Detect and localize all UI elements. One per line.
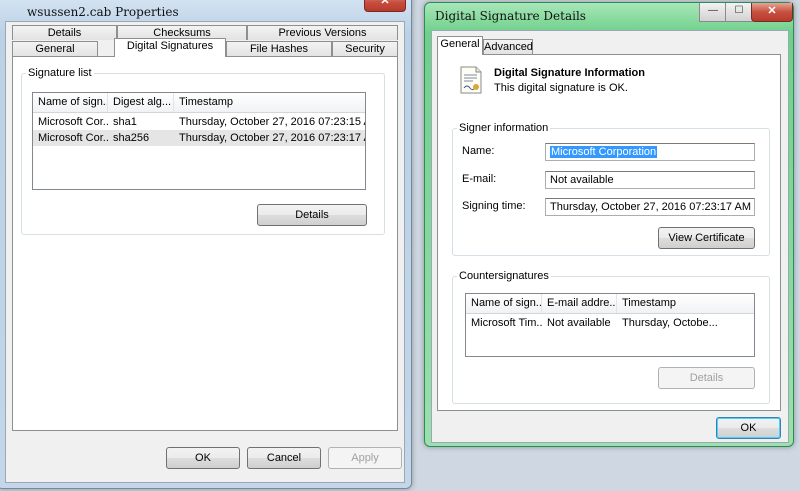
properties-title: wsussen2.cab Properties xyxy=(27,5,179,19)
countersignature-row[interactable]: Microsoft Tim... Not available Thursday,… xyxy=(466,315,754,331)
countersignature-list[interactable]: Name of sign... E-mail addre... Timestam… xyxy=(465,293,755,357)
col-email[interactable]: E-mail addre... xyxy=(542,294,617,313)
signature-details-ok-button[interactable]: OK xyxy=(716,417,781,439)
signature-row[interactable]: Microsoft Cor... sha256 Thursday, Octobe… xyxy=(33,130,365,146)
tab-file-hashes[interactable]: File Hashes xyxy=(226,41,332,56)
signer-information-label: Signer information xyxy=(457,122,551,134)
col-timestamp[interactable]: Timestamp xyxy=(174,93,365,112)
signature-details-window: Digital Signature Details — ☐ ✕ General … xyxy=(424,2,794,447)
signature-details-client: General Advanced Digital Signature Infor… xyxy=(431,30,789,443)
tab-advanced[interactable]: Advanced xyxy=(483,39,533,54)
maximize-button[interactable]: ☐ xyxy=(725,3,753,22)
tab-digital-signatures[interactable]: Digital Signatures xyxy=(114,38,226,57)
minimize-icon: — xyxy=(708,5,718,16)
properties-client: Details Checksums Previous Versions Gene… xyxy=(5,21,405,483)
signature-list[interactable]: Name of sign... Digest alg... Timestamp … xyxy=(32,92,366,190)
properties-close-button[interactable]: ✕ xyxy=(364,0,406,12)
ok-button[interactable]: OK xyxy=(166,447,240,469)
certificate-icon xyxy=(458,65,484,95)
col-name[interactable]: Name of sign... xyxy=(33,93,108,112)
name-label: Name: xyxy=(462,145,495,157)
col-digest[interactable]: Digest alg... xyxy=(108,93,174,112)
email-label: E-mail: xyxy=(462,173,497,185)
signing-time-field[interactable]: Thursday, October 27, 2016 07:23:17 AM xyxy=(545,198,755,216)
col-name[interactable]: Name of sign... xyxy=(466,294,542,313)
tab-previous-versions[interactable]: Previous Versions xyxy=(247,25,398,40)
cancel-button[interactable]: Cancel xyxy=(247,447,321,469)
apply-button[interactable]: Apply xyxy=(328,447,402,469)
general-panel: Digital Signature Information This digit… xyxy=(437,54,781,411)
signature-list-header: Name of sign... Digest alg... Timestamp xyxy=(33,93,365,113)
tab-general[interactable]: General xyxy=(437,36,483,55)
properties-titlebar[interactable]: wsussen2.cab Properties ✕ xyxy=(0,0,411,21)
close-icon: ✕ xyxy=(767,5,777,17)
countersignatures-group: Countersignatures Name of sign... E-mail… xyxy=(452,270,770,404)
maximize-icon: ☐ xyxy=(734,5,744,16)
signature-list-label: Signature list xyxy=(26,67,94,79)
name-field[interactable]: Microsoft Corporation xyxy=(545,143,755,161)
info-status: This digital signature is OK. xyxy=(494,82,628,94)
signature-row[interactable]: Microsoft Cor... sha1 Thursday, October … xyxy=(33,114,365,130)
properties-window: wsussen2.cab Properties ✕ Details Checks… xyxy=(0,0,412,489)
email-field[interactable]: Not available xyxy=(545,171,755,189)
signing-time-label: Signing time: xyxy=(462,200,526,212)
view-certificate-button[interactable]: View Certificate xyxy=(658,227,755,249)
tab-details[interactable]: Details xyxy=(12,25,117,40)
countersignatures-label: Countersignatures xyxy=(457,270,551,282)
countersignature-list-header: Name of sign... E-mail addre... Timestam… xyxy=(466,294,754,314)
signature-details-titlebar[interactable]: Digital Signature Details — ☐ ✕ xyxy=(425,3,793,31)
tab-security[interactable]: Security xyxy=(332,41,398,56)
info-title: Digital Signature Information xyxy=(494,67,645,79)
signature-details-close-button[interactable]: ✕ xyxy=(751,3,793,22)
digital-signatures-panel: Signature list Name of sign... Digest al… xyxy=(12,56,398,431)
col-timestamp[interactable]: Timestamp xyxy=(617,294,754,313)
tab-general[interactable]: General xyxy=(12,41,98,56)
signature-list-group: Signature list Name of sign... Digest al… xyxy=(21,67,385,235)
details-button[interactable]: Details xyxy=(257,204,367,226)
signer-information-group: Signer information Name: Microsoft Corpo… xyxy=(452,122,770,256)
signature-details-title: Digital Signature Details xyxy=(435,9,586,23)
close-icon: ✕ xyxy=(380,0,390,7)
countersignature-details-button[interactable]: Details xyxy=(658,367,755,389)
minimize-button[interactable]: — xyxy=(699,3,727,22)
